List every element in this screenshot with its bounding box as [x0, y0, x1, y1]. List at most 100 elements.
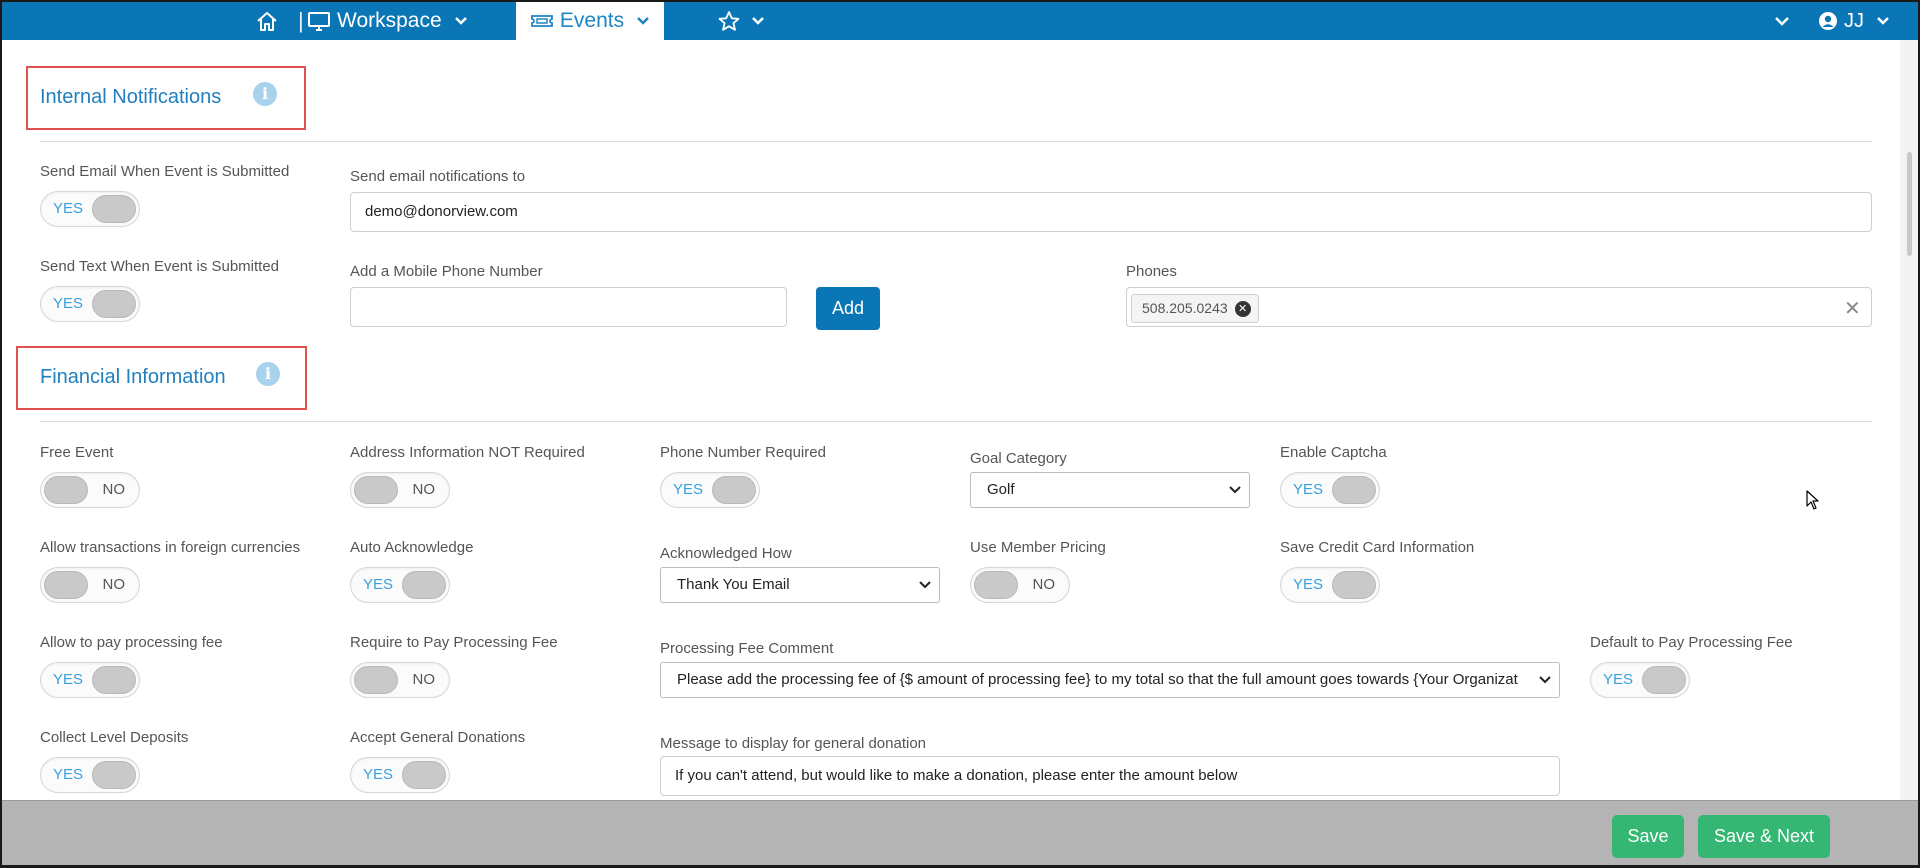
chevron-down-icon [1876, 16, 1890, 26]
toggle-text: YES [53, 295, 84, 312]
acknowledged-how-label: Acknowledged How [660, 545, 792, 562]
chevron-down-icon [1229, 473, 1241, 507]
vertical-scrollbar[interactable] [1900, 40, 1918, 800]
remove-phone-icon[interactable]: ✕ [1234, 301, 1251, 317]
section-title-financial-information: Financial Information [40, 366, 226, 388]
email-to-input[interactable]: demo@donorview.com [350, 192, 1872, 232]
clear-phones-icon[interactable]: ✕ [1844, 296, 1861, 321]
nav-workspace[interactable]: Workspace [307, 2, 468, 40]
phones-label: Phones [1126, 263, 1177, 280]
acknowledged-how-value: Thank You Email [677, 576, 790, 593]
general-donation-message-label: Message to display for general donation [660, 735, 927, 752]
home-button[interactable] [255, 2, 279, 40]
chevron-down-icon [454, 16, 468, 26]
toggle-text: NO [412, 481, 436, 498]
toggle-knob [354, 476, 398, 504]
toggle-knob [974, 571, 1018, 599]
toggle-knob [354, 666, 398, 694]
phone-chip: 508.205.0243 ✕ [1131, 294, 1259, 323]
send-text-label: Send Text When Event is Submitted [40, 258, 280, 275]
level-deposits-label: Collect Level Deposits [40, 729, 189, 746]
event-settings-form: Internal Notifications i Send Email When… [2, 40, 1898, 800]
default-processing-fee-label: Default to Pay Processing Fee [1590, 634, 1793, 651]
info-icon[interactable]: i [256, 362, 280, 386]
section-divider [40, 141, 1872, 142]
toggle-text: NO [102, 576, 126, 593]
enable-captcha-toggle[interactable]: YES [1280, 472, 1380, 508]
save-credit-card-toggle[interactable]: YES [1280, 567, 1380, 603]
email-to-label: Send email notifications to [350, 168, 526, 185]
toggle-text: YES [363, 576, 394, 593]
toggle-knob [402, 571, 446, 599]
general-donation-message-input[interactable]: If you can't attend, but would like to m… [660, 756, 1560, 796]
toggle-text: YES [673, 481, 704, 498]
processing-fee-comment-label: Processing Fee Comment [660, 640, 834, 657]
toggle-knob [92, 761, 136, 789]
info-icon[interactable]: i [253, 82, 277, 106]
require-processing-fee-toggle[interactable]: NO [350, 662, 450, 698]
auto-acknowledge-toggle[interactable]: YES [350, 567, 450, 603]
phone-required-toggle[interactable]: YES [660, 472, 760, 508]
apps-menu-toggle[interactable] [1774, 2, 1790, 40]
toggle-knob [1642, 666, 1686, 694]
add-phone-button[interactable]: Add [816, 287, 880, 330]
ticket-icon [530, 13, 554, 29]
toggle-text: YES [1293, 481, 1324, 498]
app-window: | Workspace Events JJ Internal Notificat… [2, 2, 1918, 865]
foreign-currencies-toggle[interactable]: NO [40, 567, 140, 603]
free-event-toggle[interactable]: NO [40, 472, 140, 508]
phone-chip-label: 508.205.0243 [1142, 300, 1228, 316]
free-event-label: Free Event [40, 444, 114, 461]
level-deposits-toggle[interactable]: YES [40, 757, 140, 793]
allow-processing-fee-label: Allow to pay processing fee [40, 634, 223, 651]
send-text-toggle[interactable]: YES [40, 286, 140, 322]
bottom-action-bar: Save Save & Next [2, 800, 1918, 865]
toggle-knob [92, 666, 136, 694]
save-button[interactable]: Save [1612, 815, 1684, 858]
goal-category-value: Golf [987, 481, 1015, 498]
nav-workspace-label: Workspace [337, 9, 442, 32]
acknowledged-how-select[interactable]: Thank You Email [660, 567, 940, 603]
scrollbar-thumb[interactable] [1907, 152, 1912, 256]
chevron-down-icon [1535, 663, 1551, 697]
member-pricing-toggle[interactable]: NO [970, 567, 1070, 603]
mobile-phone-input[interactable] [350, 287, 787, 327]
toggle-text: YES [53, 200, 84, 217]
toggle-text: YES [1603, 671, 1634, 688]
home-icon [255, 10, 279, 32]
toggle-knob [1332, 476, 1376, 504]
toggle-text: YES [53, 766, 84, 783]
allow-processing-fee-toggle[interactable]: YES [40, 662, 140, 698]
general-donations-toggle[interactable]: YES [350, 757, 450, 793]
default-processing-fee-toggle[interactable]: YES [1590, 662, 1690, 698]
toggle-text: NO [102, 481, 126, 498]
user-menu[interactable]: JJ [1818, 2, 1890, 40]
toggle-text: YES [53, 671, 84, 688]
monitor-icon [307, 11, 331, 31]
nav-events-label: Events [559, 9, 625, 32]
toggle-knob [1332, 571, 1376, 599]
send-email-toggle[interactable]: YES [40, 191, 140, 227]
phone-required-label: Phone Number Required [660, 444, 826, 461]
toggle-knob [92, 290, 136, 318]
toggle-knob [92, 195, 136, 223]
top-navigation-bar: | Workspace Events JJ [2, 2, 1918, 40]
mobile-phone-label: Add a Mobile Phone Number [350, 263, 543, 280]
toggle-knob [712, 476, 756, 504]
processing-fee-comment-value: Please add the processing fee of {$ amou… [677, 671, 1518, 688]
goal-category-select[interactable]: Golf [970, 472, 1250, 508]
chevron-down-icon [636, 16, 650, 26]
toggle-knob [402, 761, 446, 789]
address-not-required-label: Address Information NOT Required [350, 444, 585, 461]
address-not-required-toggle[interactable]: NO [350, 472, 450, 508]
nav-events[interactable]: Events [516, 2, 664, 40]
user-avatar-icon [1818, 11, 1838, 31]
foreign-currencies-label: Allow transactions in foreign currencies [40, 539, 301, 556]
toggle-text: NO [412, 671, 436, 688]
processing-fee-comment-select[interactable]: Please add the processing fee of {$ amou… [660, 662, 1560, 698]
favorites-menu[interactable] [717, 2, 765, 40]
section-title-internal-notifications: Internal Notifications [40, 86, 222, 108]
general-donations-label: Accept General Donations [350, 729, 526, 746]
save-and-next-button[interactable]: Save & Next [1698, 815, 1830, 858]
chevron-down-icon [751, 16, 765, 26]
